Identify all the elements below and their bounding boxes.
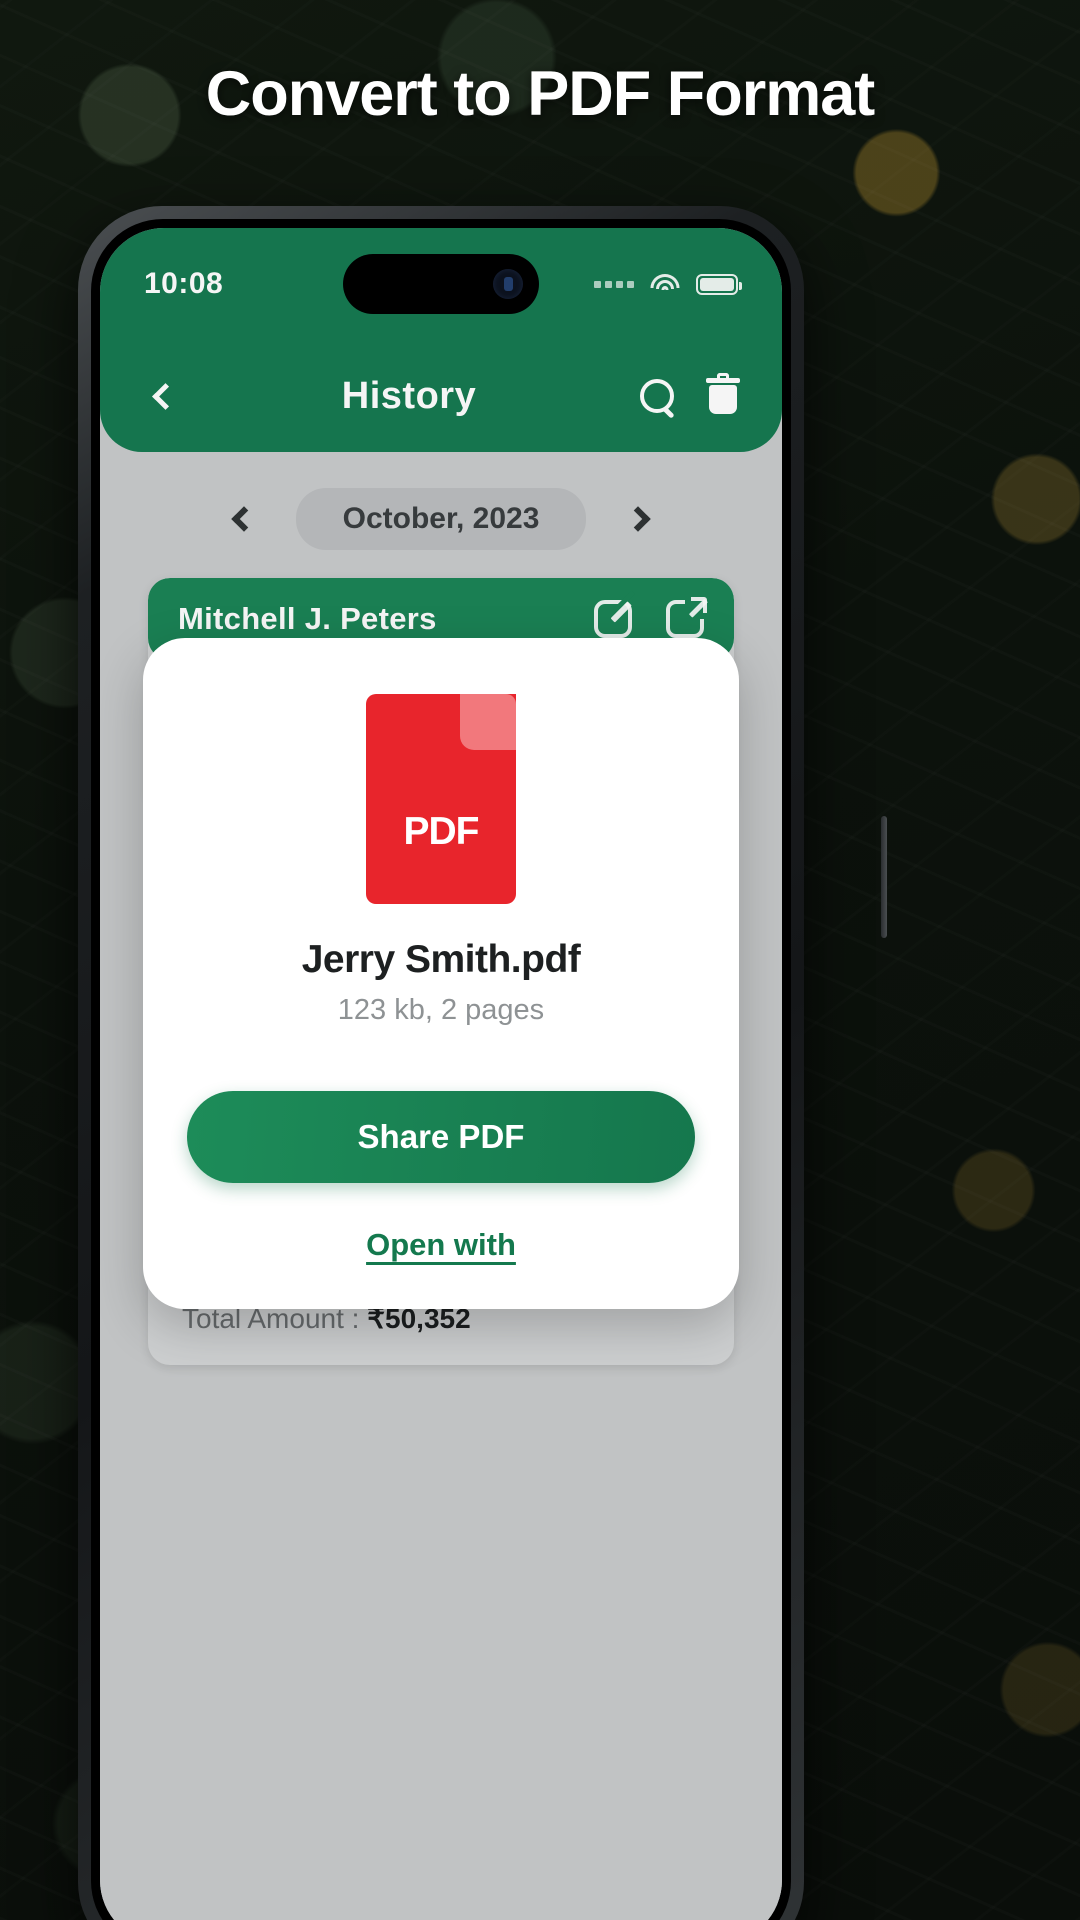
- share-pdf-button[interactable]: Share PDF: [187, 1091, 695, 1183]
- pdf-icon-label: PDF: [403, 810, 480, 853]
- open-with-link[interactable]: Open with: [366, 1227, 516, 1263]
- power-button: [881, 816, 887, 938]
- file-meta: 123 kb, 2 pages: [337, 994, 545, 1026]
- phone-bezel: 10:08 History October, 2023 Mitchell J. …: [91, 219, 791, 1920]
- phone-screen: 10:08 History October, 2023 Mitchell J. …: [100, 228, 782, 1920]
- share-pdf-dialog: PDF Jerry Smith.pdf 123 kb, 2 pages Shar…: [143, 638, 739, 1309]
- page-fold-corner: [460, 694, 516, 750]
- page-title: Convert to PDF Format: [205, 59, 876, 129]
- file-name: Jerry Smith.pdf: [301, 938, 581, 981]
- pdf-file-icon: PDF: [366, 694, 516, 904]
- phone-mockup: 10:08 History October, 2023 Mitchell J. …: [78, 206, 887, 1920]
